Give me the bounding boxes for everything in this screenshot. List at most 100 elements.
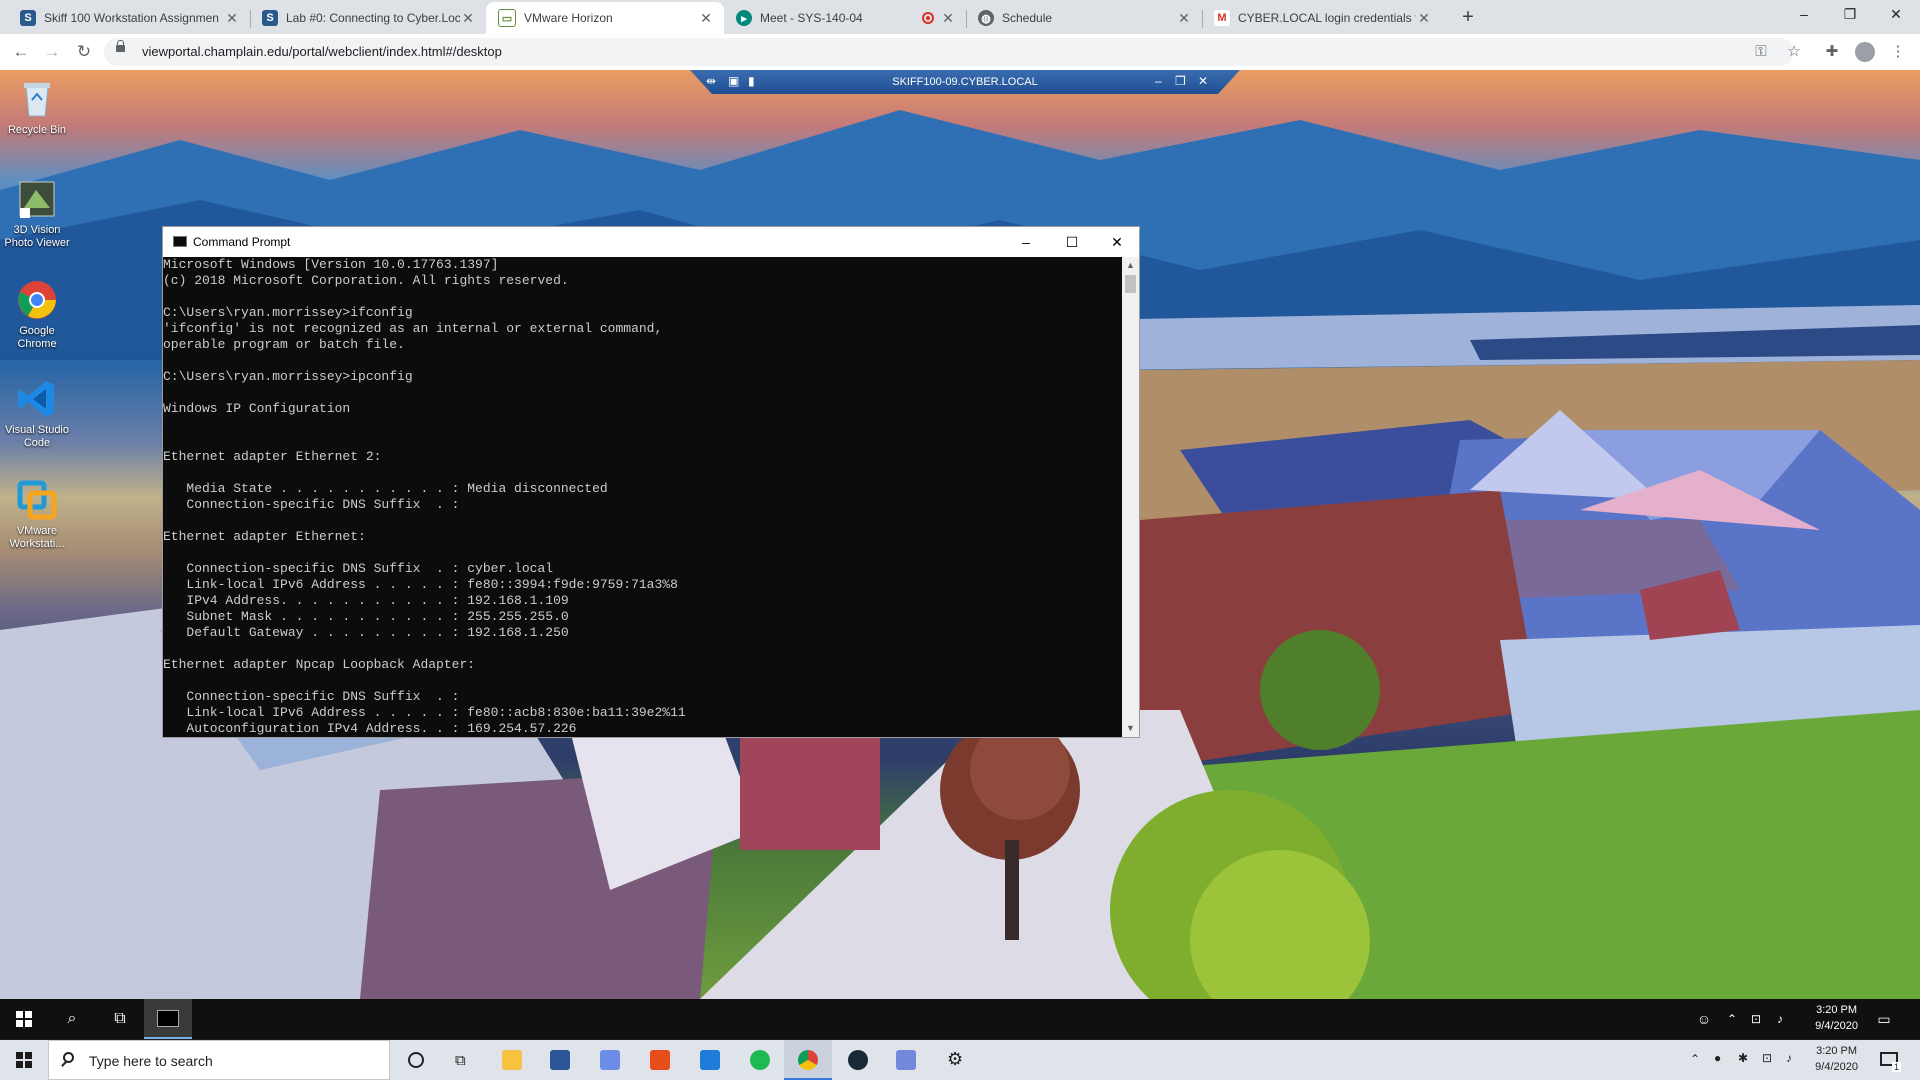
minimize-button[interactable]: –: [1781, 0, 1827, 30]
taskbar-command-prompt[interactable]: [144, 999, 192, 1039]
network-icon[interactable]: ⊡: [1744, 999, 1768, 1039]
taskbar-search-box[interactable]: Type here to search: [48, 1040, 390, 1080]
close-window-button[interactable]: ✕: [1873, 0, 1919, 30]
action-center-icon[interactable]: ▭: [1860, 999, 1908, 1039]
discord-icon[interactable]: [882, 1040, 930, 1080]
chrome-icon[interactable]: [784, 1040, 832, 1080]
maximize-button[interactable]: ☐: [1049, 227, 1095, 257]
scroll-down-arrow-icon[interactable]: ▼: [1122, 720, 1139, 737]
spotify-icon[interactable]: [736, 1040, 784, 1080]
cortana-icon[interactable]: [392, 1040, 440, 1080]
start-icon[interactable]: [0, 1040, 48, 1080]
microsoft-store-icon[interactable]: [536, 1040, 584, 1080]
steam-icon[interactable]: [834, 1040, 882, 1080]
settings-icon[interactable]: ⚙: [932, 1040, 980, 1080]
tab-lab-0[interactable]: S Lab #0: Connecting to Cyber.Loc ✕: [250, 2, 486, 34]
minimize-icon[interactable]: –: [1155, 74, 1162, 88]
volume-icon[interactable]: ♪: [1780, 1040, 1804, 1080]
clock-date: 9/4/2020: [1815, 1061, 1858, 1073]
cmd-icon: [173, 236, 187, 247]
window-titlebar[interactable]: Command Prompt – ☐ ✕: [163, 227, 1139, 257]
task-view-icon[interactable]: ⧉: [96, 999, 144, 1039]
vmware-horizon-icon: ▭: [498, 9, 516, 27]
tab-title: Meet - SYS-140-04: [760, 11, 863, 25]
scroll-thumb[interactable]: [1125, 275, 1136, 293]
close-icon[interactable]: ✕: [460, 10, 476, 27]
desktop-icon-label: Google Chrome: [17, 325, 57, 350]
lock-icon[interactable]: [116, 40, 125, 52]
profile-avatar[interactable]: [1855, 42, 1875, 62]
key-icon[interactable]: ⚿: [1751, 42, 1771, 62]
show-hidden-icons-icon[interactable]: ⌃: [1684, 1040, 1708, 1080]
tab-gmail[interactable]: M CYBER.LOCAL login credentials fo ✕: [1202, 2, 1442, 34]
restore-button[interactable]: ❐: [1827, 0, 1873, 30]
browser-toolbar: ← → ↻ viewportal.champlain.edu/portal/we…: [0, 34, 1920, 71]
vscode-icon: [16, 378, 58, 420]
close-icon[interactable]: ✕: [1198, 74, 1208, 88]
close-button[interactable]: ✕: [1094, 227, 1140, 257]
command-prompt-window[interactable]: Command Prompt – ☐ ✕ Microsoft Windows […: [162, 226, 1140, 738]
bookmark-star-icon[interactable]: ☆: [1784, 42, 1804, 62]
scroll-up-arrow-icon[interactable]: ▲: [1122, 257, 1139, 274]
desktop-icon-label: VMware Workstati...: [9, 525, 65, 550]
tab-google-meet[interactable]: ▸ Meet - SYS-140-04 ✕: [724, 2, 966, 34]
close-icon[interactable]: ✕: [698, 10, 714, 27]
recording-icon: [922, 12, 934, 24]
new-tab-button[interactable]: +: [1456, 6, 1480, 30]
clock-time: 3:20 PM: [1816, 1045, 1858, 1057]
google-meet-icon: ▸: [736, 10, 752, 26]
file-explorer-icon[interactable]: [488, 1040, 536, 1080]
address-bar[interactable]: viewportal.champlain.edu/portal/webclien…: [104, 38, 1794, 66]
desktop-icon-google-chrome[interactable]: Google Chrome: [0, 279, 74, 351]
globe-icon: ◍: [978, 10, 994, 26]
task-view-icon[interactable]: ⧉: [440, 1040, 488, 1080]
clock-date: 9/4/2020: [1815, 1020, 1858, 1032]
desktop-icon-vmware-workstation[interactable]: VMware Workstati...: [0, 479, 74, 551]
reload-button[interactable]: ↻: [72, 40, 96, 64]
desktop-icon-vscode[interactable]: Visual Studio Code: [0, 378, 74, 450]
close-icon[interactable]: ✕: [224, 10, 240, 27]
desktop-icon-3d-vision[interactable]: 3D Vision Photo Viewer: [0, 178, 74, 250]
clock-time: 3:20 PM: [1816, 1004, 1858, 1016]
close-icon[interactable]: ✕: [940, 10, 956, 27]
restore-icon[interactable]: ❐: [1175, 74, 1186, 88]
vertical-scrollbar[interactable]: ▲ ▼: [1122, 257, 1139, 737]
tab-vmware-horizon[interactable]: ▭ VMware Horizon ✕: [486, 2, 724, 34]
mail-icon[interactable]: [686, 1040, 734, 1080]
tab-title: VMware Horizon: [524, 11, 613, 25]
search-icon: [63, 1052, 74, 1063]
host-clock[interactable]: 3:20 PM 9/4/2020: [1815, 1043, 1858, 1075]
gmail-icon: M: [1214, 10, 1230, 26]
start-icon[interactable]: [0, 999, 48, 1039]
close-icon[interactable]: ✕: [1416, 10, 1432, 27]
close-icon[interactable]: ✕: [1176, 10, 1192, 27]
notification-count: 1: [1892, 1062, 1902, 1072]
extensions-icon[interactable]: ✚: [1822, 42, 1842, 62]
vmware-workstation-icon: [16, 479, 58, 521]
app-icon-blue[interactable]: [586, 1040, 634, 1080]
notifications-icon[interactable]: 1: [1866, 1040, 1914, 1080]
back-button[interactable]: ←: [9, 40, 33, 64]
forward-button[interactable]: →: [40, 40, 64, 64]
chrome-icon: [16, 279, 58, 321]
office-icon[interactable]: [636, 1040, 684, 1080]
network-icon[interactable]: ⊡: [1756, 1040, 1780, 1080]
console-output[interactable]: Microsoft Windows [Version 10.0.17763.13…: [163, 257, 1118, 737]
show-hidden-icons-icon[interactable]: ⌃: [1720, 999, 1744, 1039]
remote-clock[interactable]: 3:20 PM 9/4/2020: [1815, 1002, 1858, 1034]
menu-icon[interactable]: ⋮: [1888, 42, 1908, 62]
tab-title: Skiff 100 Workstation Assignmen: [44, 11, 219, 25]
microphone-icon[interactable]: ●: [1708, 1040, 1732, 1080]
tab-skiff-assignment[interactable]: S Skiff 100 Workstation Assignmen ✕: [8, 2, 250, 34]
minimize-button[interactable]: –: [1003, 227, 1049, 257]
desktop-icon-label: Recycle Bin: [7, 124, 67, 136]
bluetooth-icon[interactable]: ✱: [1732, 1040, 1756, 1080]
skiff-icon: S: [262, 10, 278, 26]
desktop-icon-recycle-bin[interactable]: Recycle Bin: [0, 78, 74, 137]
desktop-icon-label: Visual Studio Code: [4, 424, 69, 449]
tab-title: Lab #0: Connecting to Cyber.Loc: [286, 11, 460, 25]
tab-schedule[interactable]: ◍ Schedule ✕: [966, 2, 1202, 34]
search-icon[interactable]: ⌕: [48, 999, 96, 1039]
volume-icon[interactable]: ♪: [1768, 999, 1792, 1039]
host-taskbar: Type here to search ⧉ ⚙ ⌃ ● ✱ ⊡ ♪ 3:20 P…: [0, 1040, 1920, 1080]
